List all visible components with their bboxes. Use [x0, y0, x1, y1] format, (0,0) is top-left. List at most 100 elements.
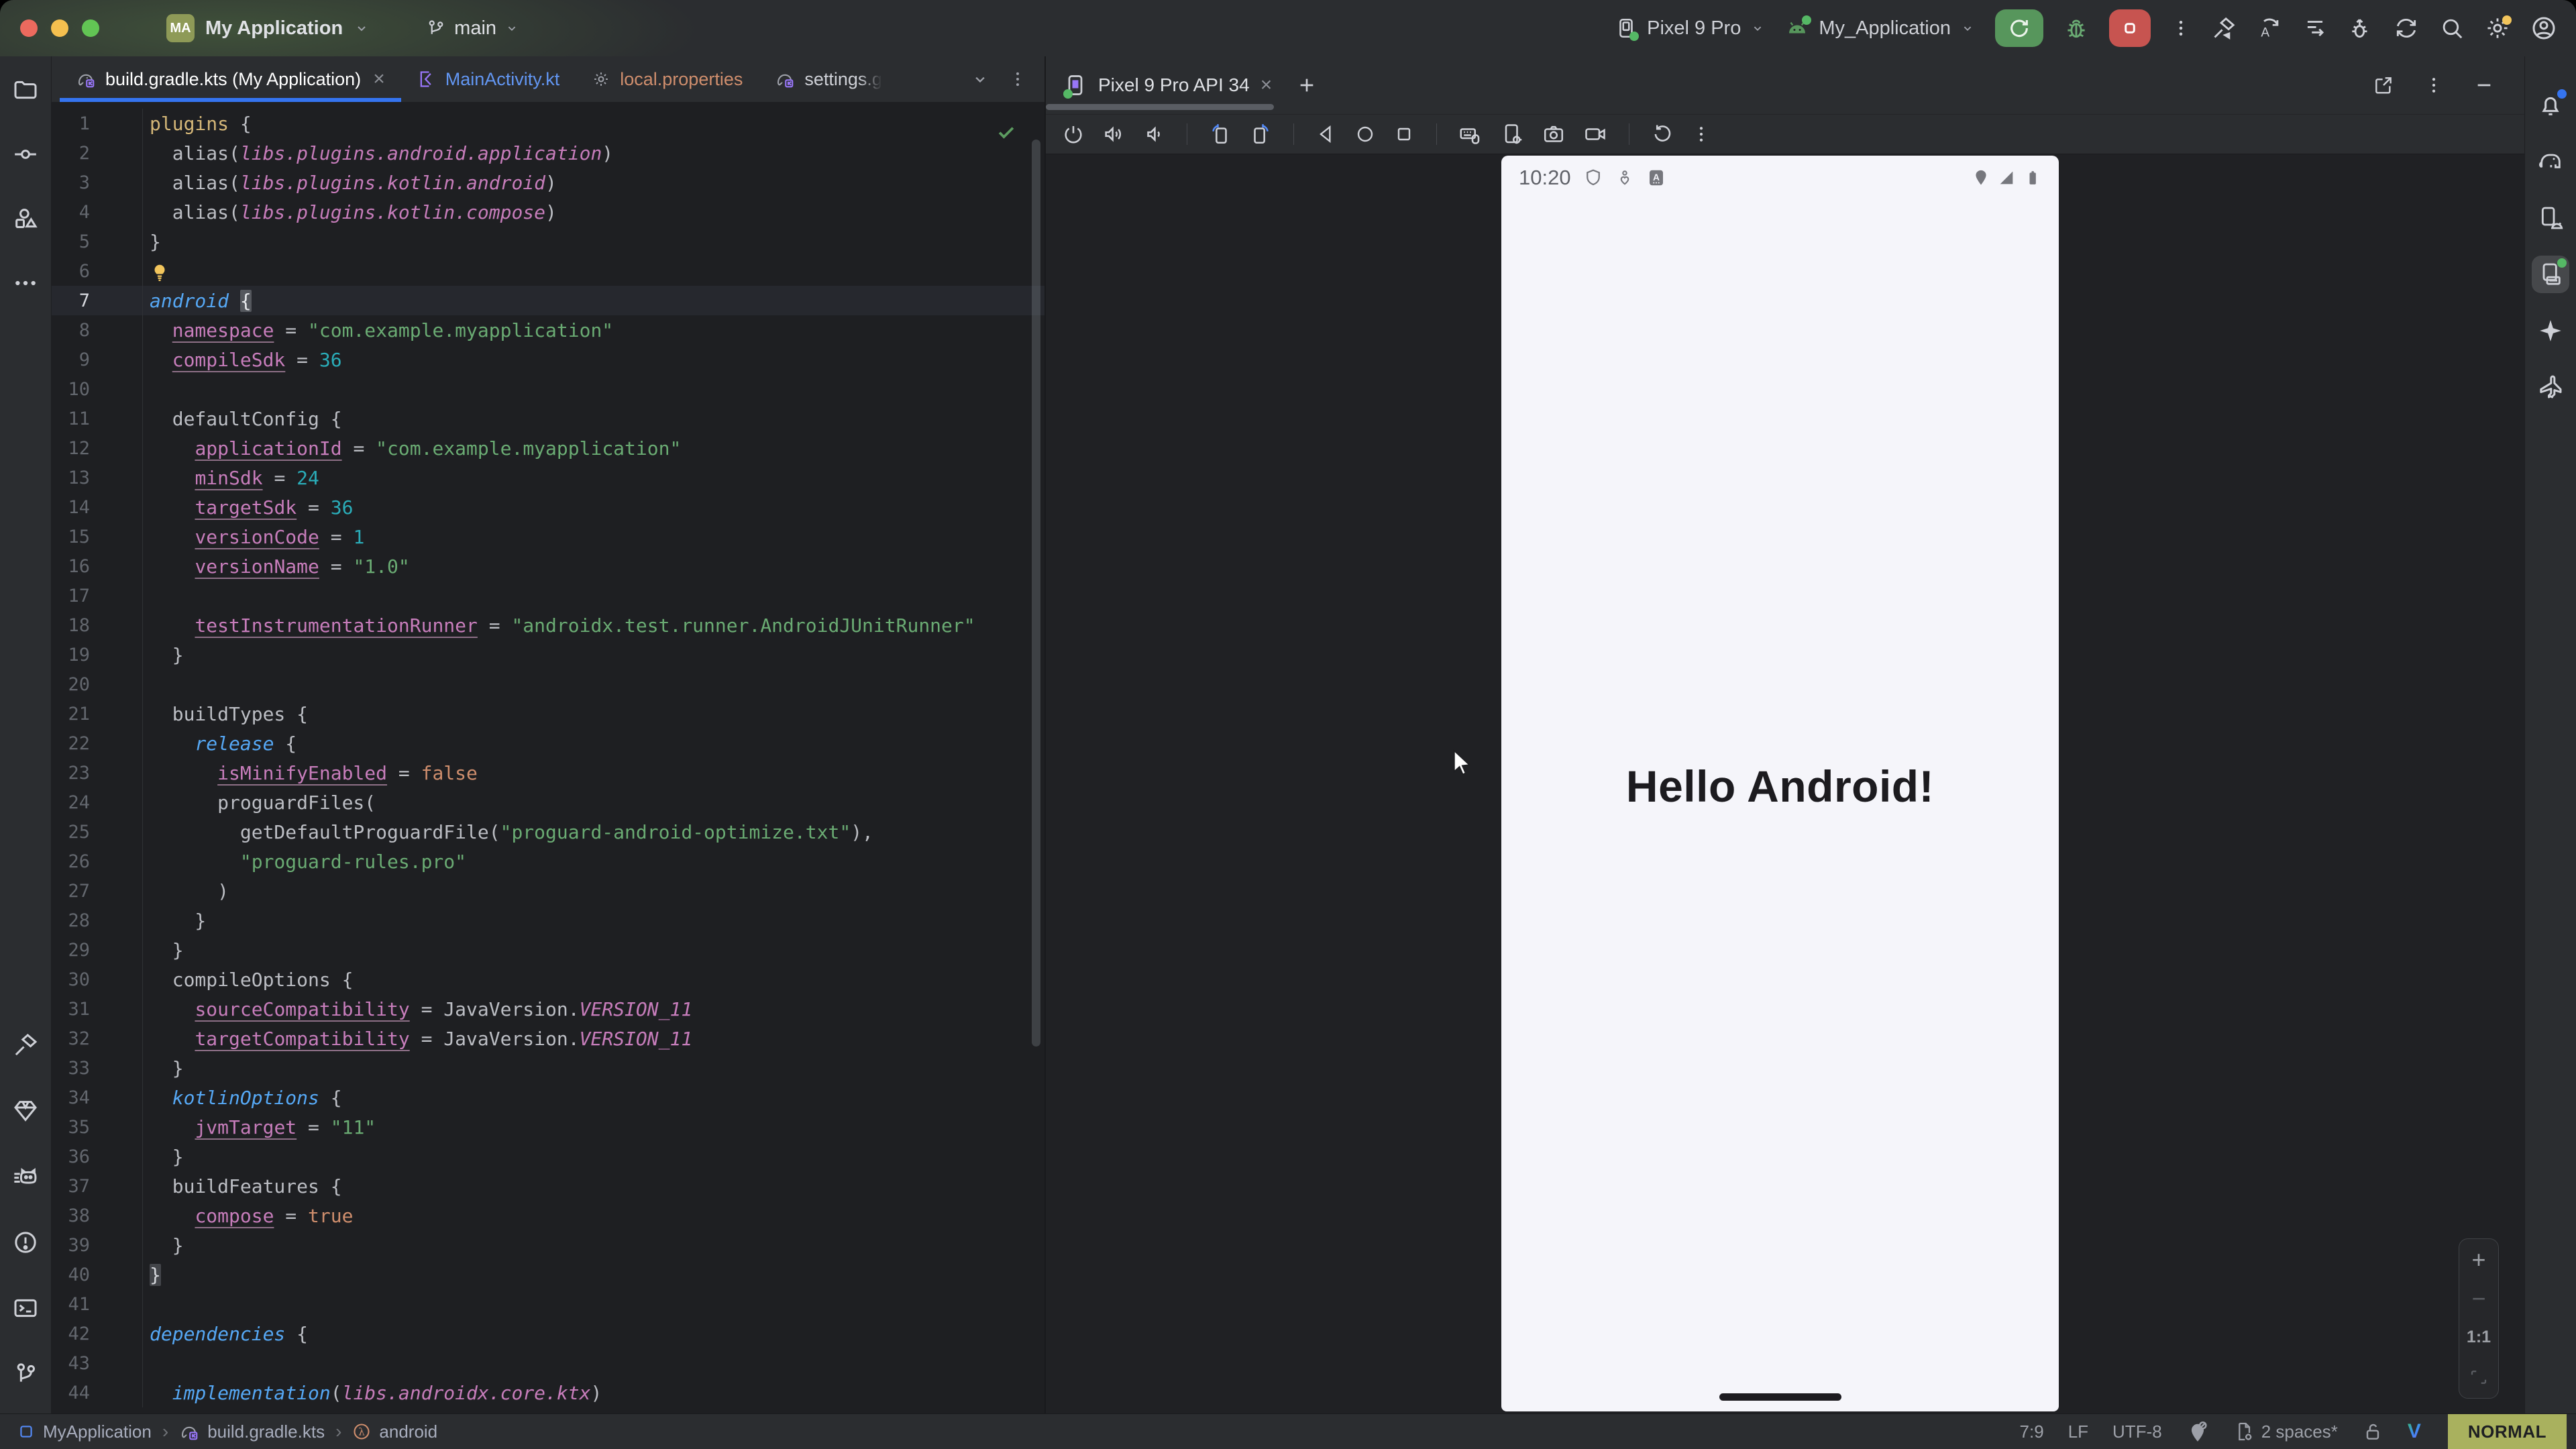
build-hammer-icon[interactable] [2211, 15, 2237, 41]
unlocked-icon[interactable] [2362, 1421, 2383, 1442]
device-manager-tool-button[interactable] [2532, 199, 2569, 237]
rotate-left-icon[interactable] [1209, 123, 1232, 146]
zoom-actual-size-button[interactable]: 1:1 [2467, 1328, 2491, 1347]
run-configuration-selector[interactable]: My_Application [1785, 16, 1975, 40]
settings-icon[interactable] [2485, 15, 2510, 41]
line-number[interactable]: 41 [52, 1294, 142, 1315]
debug-button[interactable] [2063, 15, 2089, 41]
line-number[interactable]: 26 [52, 851, 142, 872]
line-number[interactable]: 43 [52, 1353, 142, 1374]
line-number[interactable]: 31 [52, 999, 142, 1020]
profiler-icon[interactable] [2302, 15, 2328, 41]
line-number[interactable]: 42 [52, 1324, 142, 1344]
line-number[interactable]: 20 [52, 674, 142, 695]
project-widget[interactable]: MA My Application [166, 14, 370, 42]
power-button-icon[interactable] [1062, 123, 1085, 146]
line-number[interactable]: 14 [52, 497, 142, 518]
ideavim-icon[interactable]: V [2408, 1420, 2421, 1443]
zoom-in-button[interactable]: + [2471, 1250, 2485, 1270]
inspections-ok-check-icon[interactable] [995, 121, 1018, 144]
device-more-kebab-icon[interactable] [1691, 124, 1711, 144]
logcat-tool-button[interactable] [7, 1158, 44, 1195]
breadcrumb-file[interactable]: build.gradle.kts [179, 1421, 325, 1442]
line-number[interactable]: 19 [52, 645, 142, 665]
line-number[interactable]: 4 [52, 202, 142, 223]
tab-options-kebab-icon[interactable] [1008, 70, 1027, 89]
project-tool-button[interactable] [7, 71, 44, 109]
line-number[interactable]: 16 [52, 556, 142, 577]
android-overview-icon[interactable] [1393, 123, 1415, 145]
profile-avatar-icon[interactable] [2530, 15, 2557, 42]
reset-view-icon[interactable] [1651, 123, 1674, 146]
line-number[interactable]: 32 [52, 1028, 142, 1049]
line-number[interactable]: 33 [52, 1058, 142, 1079]
line-number[interactable]: 39 [52, 1235, 142, 1256]
search-everywhere-icon[interactable] [2439, 15, 2465, 41]
line-number[interactable]: 30 [52, 969, 142, 990]
app-quality-insights-tool-button[interactable] [7, 1092, 44, 1130]
add-device-tab-icon[interactable] [1296, 74, 1318, 96]
line-number[interactable]: 11 [52, 409, 142, 429]
caret-position-widget[interactable]: 7:9 [2020, 1421, 2044, 1442]
close-window-button[interactable] [20, 19, 38, 37]
open-in-window-icon[interactable] [2373, 74, 2394, 96]
android-home-icon[interactable] [1354, 123, 1376, 145]
line-number[interactable]: 23 [52, 763, 142, 784]
line-number[interactable]: 18 [52, 615, 142, 636]
line-number[interactable]: 12 [52, 438, 142, 459]
gesture-navigation-bar[interactable] [1719, 1393, 1841, 1401]
sync-gradle-icon[interactable] [2394, 15, 2419, 41]
line-number[interactable]: 6 [52, 261, 142, 282]
line-ending-widget[interactable]: LF [2068, 1421, 2088, 1442]
line-number[interactable]: 27 [52, 881, 142, 902]
line-number[interactable]: 7 [52, 290, 142, 311]
notifications-tool-button[interactable] [2532, 87, 2569, 124]
rotate-right-icon[interactable] [1249, 123, 1272, 146]
gradle-tool-button[interactable] [2532, 143, 2569, 180]
inspections-pin-icon[interactable] [2186, 1420, 2209, 1443]
close-device-tab-icon[interactable]: × [1260, 74, 1273, 97]
line-number[interactable]: 2 [52, 143, 142, 164]
chevron-down-icon[interactable] [971, 70, 989, 89]
line-number[interactable]: 9 [52, 350, 142, 370]
breadcrumb-module[interactable]: MyApplication [17, 1421, 152, 1442]
line-number[interactable]: 8 [52, 320, 142, 341]
line-number[interactable]: 29 [52, 940, 142, 961]
device-tab-pixel9pro[interactable]: Pixel 9 Pro API 34 × [1046, 73, 1285, 97]
screen-record-icon[interactable] [1583, 122, 1607, 146]
line-number[interactable]: 21 [52, 704, 142, 724]
device-settings-icon[interactable] [1500, 122, 1524, 146]
device-tab-scroll-indicator[interactable] [1046, 104, 1274, 110]
build-tool-button[interactable] [7, 1026, 44, 1064]
line-number[interactable]: 5 [52, 231, 142, 252]
line-number[interactable]: 13 [52, 468, 142, 488]
indent-widget[interactable]: 2 spaces* [2233, 1421, 2338, 1442]
line-number[interactable]: 35 [52, 1117, 142, 1138]
running-devices-tool-button[interactable] [2532, 256, 2569, 293]
tab-settings-gradle[interactable]: settings.g [759, 56, 898, 102]
device-selector[interactable]: Pixel 9 Pro [1615, 17, 1765, 40]
line-number[interactable]: 1 [52, 113, 142, 134]
hide-panel-icon[interactable] [2473, 74, 2495, 96]
apply-code-changes-icon[interactable]: A [2257, 15, 2282, 41]
minimize-window-button[interactable] [51, 19, 68, 37]
stop-button[interactable] [2109, 9, 2151, 47]
line-number[interactable]: 25 [52, 822, 142, 843]
rerun-button[interactable] [1995, 9, 2043, 47]
airplane-tool-button[interactable] [2532, 368, 2569, 406]
line-number[interactable]: 38 [52, 1205, 142, 1226]
attach-debugger-icon[interactable] [2348, 15, 2373, 41]
tab-mainactivity-kt[interactable]: MainActivity.kt [401, 56, 576, 102]
tab-build-gradle-kts[interactable]: build.gradle.kts (My Application) × [60, 56, 401, 102]
line-number[interactable]: 40 [52, 1265, 142, 1285]
more-tool-windows-button[interactable] [7, 264, 44, 302]
encoding-widget[interactable]: UTF-8 [2112, 1421, 2162, 1442]
version-control-tool-button[interactable] [7, 1355, 44, 1393]
line-number[interactable]: 24 [52, 792, 142, 813]
android-back-icon[interactable] [1316, 123, 1337, 145]
line-number[interactable]: 22 [52, 733, 142, 754]
hardware-input-icon[interactable] [1458, 122, 1483, 146]
editor-scrollbar[interactable] [1032, 140, 1040, 1046]
intention-bulb-icon[interactable] [150, 262, 170, 282]
line-number[interactable]: 17 [52, 586, 142, 606]
